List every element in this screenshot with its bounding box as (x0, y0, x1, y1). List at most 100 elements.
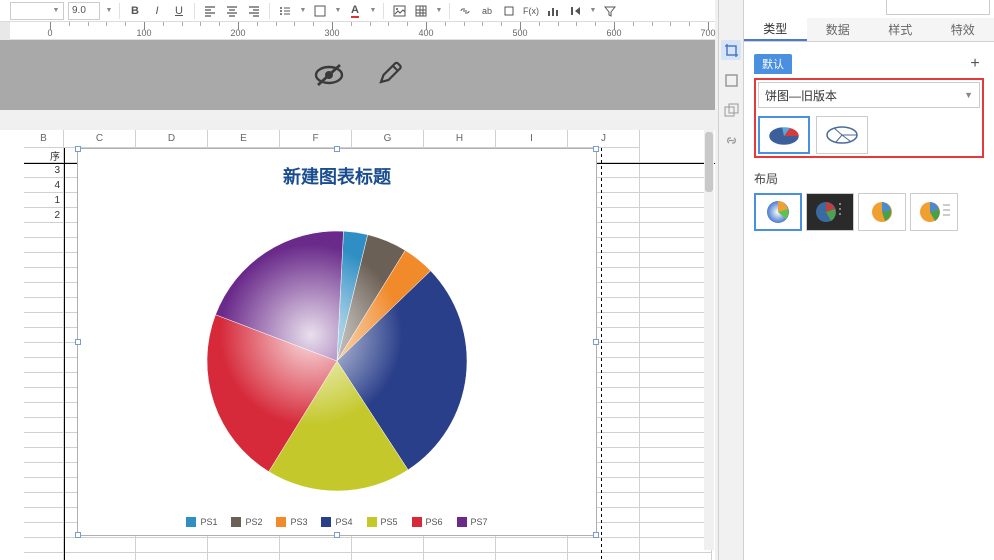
column-header[interactable]: B (24, 130, 64, 148)
grid-cell[interactable] (24, 313, 64, 328)
edit-pencil-icon[interactable] (376, 61, 404, 89)
grid-cell[interactable]: 1 (24, 193, 64, 208)
legend-item[interactable]: PS1 (186, 517, 217, 527)
grid-cell[interactable] (24, 358, 64, 373)
tab-type[interactable]: 类型 (744, 18, 807, 41)
decrease-button[interactable] (566, 2, 584, 20)
grid-cell[interactable] (640, 403, 712, 418)
link-tool-icon[interactable] (721, 130, 741, 150)
grid-cell[interactable] (568, 553, 640, 560)
layout-thumb-2[interactable] (806, 193, 854, 231)
align-center-button[interactable] (223, 2, 241, 20)
subtype-pie-3d[interactable] (758, 116, 810, 154)
grid-cell[interactable] (24, 448, 64, 463)
grid-cell[interactable] (64, 553, 136, 560)
grid-cell[interactable] (24, 328, 64, 343)
chevron-down-icon[interactable]: ▼ (299, 7, 307, 14)
layout-thumb-3[interactable] (858, 193, 906, 231)
resize-handle-se[interactable] (593, 532, 599, 538)
tab-style[interactable]: 样式 (869, 18, 932, 41)
grid-cell[interactable] (640, 493, 712, 508)
chevron-down-icon[interactable]: ▼ (369, 7, 377, 14)
legend-item[interactable]: PS4 (321, 517, 352, 527)
legend-item[interactable]: PS3 (276, 517, 307, 527)
grid-cell[interactable] (24, 418, 64, 433)
grid-cell[interactable] (24, 478, 64, 493)
grid-cell[interactable] (640, 418, 712, 433)
column-header[interactable]: I (496, 130, 568, 148)
scrollbar-thumb[interactable] (705, 132, 713, 192)
column-header[interactable]: D (136, 130, 208, 148)
resize-handle-sw[interactable] (75, 532, 81, 538)
subtype-pie-flat[interactable] (816, 116, 868, 154)
align-left-button[interactable] (201, 2, 219, 20)
column-header[interactable]: E (208, 130, 280, 148)
clear-format-button[interactable] (500, 2, 518, 20)
grid-cell[interactable] (640, 238, 712, 253)
legend-item[interactable]: PS7 (457, 517, 488, 527)
grid-cell[interactable] (24, 343, 64, 358)
grid-cell[interactable] (424, 538, 496, 553)
font-family-select[interactable]: ▼ (10, 2, 64, 20)
grid-cell[interactable] (640, 538, 712, 553)
formula-button[interactable]: F(x) (522, 2, 540, 20)
add-category-button[interactable]: + (966, 55, 984, 73)
grid-cell[interactable] (640, 223, 712, 238)
bar-chart-button[interactable] (544, 2, 562, 20)
grid-cell[interactable] (640, 388, 712, 403)
legend-item[interactable]: PS5 (367, 517, 398, 527)
grid-cell[interactable]: 序 (24, 148, 64, 163)
chevron-down-icon[interactable]: ▼ (105, 7, 113, 14)
resize-handle-n[interactable] (334, 146, 340, 152)
resize-handle-w[interactable] (75, 339, 81, 345)
grid-cell[interactable] (640, 313, 712, 328)
chevron-down-icon[interactable]: ▼ (435, 7, 443, 14)
grid-cell[interactable] (208, 553, 280, 560)
grid-cell[interactable] (24, 523, 64, 538)
panel-top-input[interactable] (886, 0, 990, 15)
highlight-button[interactable]: ab (478, 2, 496, 20)
preview-toggle-icon[interactable] (312, 61, 346, 89)
grid-cell[interactable] (24, 223, 64, 238)
resize-handle-s[interactable] (334, 532, 340, 538)
grid-cell[interactable] (640, 553, 712, 560)
grid-cell[interactable] (640, 283, 712, 298)
grid-cell[interactable] (24, 493, 64, 508)
chart-type-select[interactable]: 饼图—旧版本 ▼ (758, 82, 980, 108)
category-tab-default[interactable]: 默认 (754, 54, 792, 74)
grid-cell[interactable] (24, 463, 64, 478)
grid-cell[interactable]: 2 (24, 208, 64, 223)
grid-cell[interactable] (640, 463, 712, 478)
crop-tool-icon[interactable] (721, 40, 741, 60)
grid-cell[interactable] (640, 268, 712, 283)
grid-cell[interactable] (424, 553, 496, 560)
grid-cell[interactable] (640, 163, 712, 178)
grid-cell[interactable] (352, 553, 424, 560)
grid-cell[interactable] (24, 253, 64, 268)
legend-item[interactable]: PS2 (231, 517, 262, 527)
grid-cell[interactable] (136, 538, 208, 553)
grid-cell[interactable] (24, 538, 64, 553)
grid-cell[interactable] (24, 268, 64, 283)
vertical-scrollbar[interactable] (704, 130, 714, 550)
layout-thumb-1[interactable] (754, 193, 802, 231)
chart-title[interactable]: 新建图表标题 (78, 149, 596, 189)
grid-cell[interactable] (24, 298, 64, 313)
grid-cell[interactable] (24, 238, 64, 253)
underline-button[interactable]: U (170, 2, 188, 20)
layout-thumb-4[interactable] (910, 193, 958, 231)
grid-cell[interactable] (24, 388, 64, 403)
grid-cell[interactable] (280, 553, 352, 560)
link-button[interactable] (456, 2, 474, 20)
grid-cell[interactable] (640, 448, 712, 463)
grid-cell[interactable] (496, 553, 568, 560)
grid-cell[interactable]: 4 (24, 178, 64, 193)
font-size-input[interactable] (68, 2, 100, 20)
resize-handle-e[interactable] (593, 339, 599, 345)
chart-object[interactable]: 新建图表标题 PS1PS2PS3PS4PS5PS6PS7 (77, 148, 597, 536)
table-button[interactable] (412, 2, 430, 20)
border-button[interactable] (311, 2, 329, 20)
grid-cell[interactable] (640, 508, 712, 523)
grid-cell[interactable] (24, 283, 64, 298)
column-header[interactable]: G (352, 130, 424, 148)
